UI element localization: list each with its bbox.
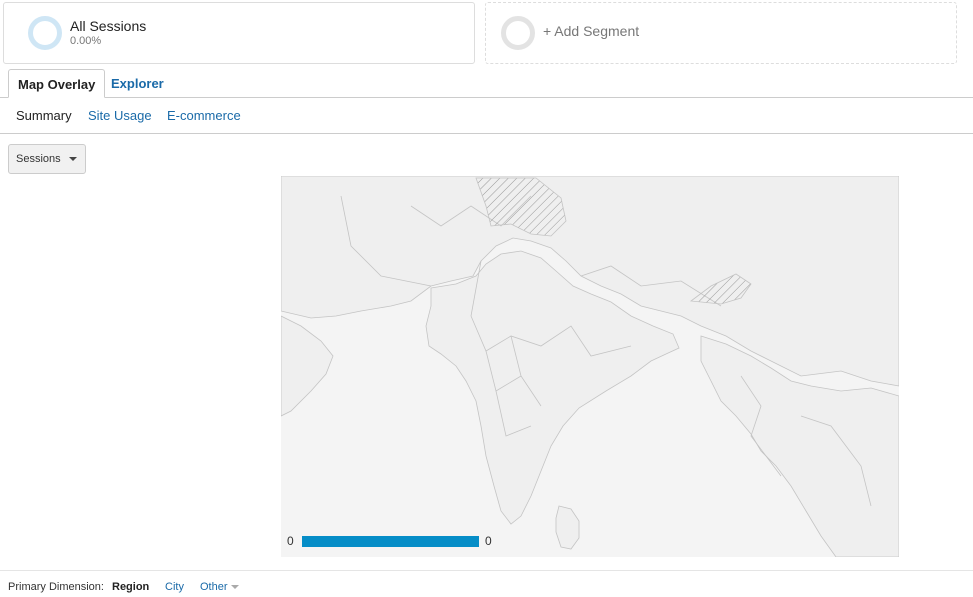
tab-map-overlay[interactable]: Map Overlay (8, 69, 106, 98)
segment-ring-icon (501, 16, 535, 50)
metric-dropdown-value: Sessions (16, 153, 61, 165)
dimension-city[interactable]: City (165, 581, 184, 593)
tab-explorer[interactable]: Explorer (102, 69, 173, 98)
segment-ring-icon (28, 16, 62, 50)
metric-dropdown[interactable]: Sessions (8, 144, 86, 174)
dimension-region[interactable]: Region (112, 581, 149, 593)
map-region (281, 315, 334, 417)
map-legend-min: 0 (287, 534, 294, 548)
dimension-other[interactable]: Other (200, 581, 239, 593)
map-graphic (281, 176, 899, 557)
primary-dimension-label: Primary Dimension: (8, 581, 104, 593)
segment-percent: 0.00% (70, 35, 102, 47)
dimension-other-label: Other (200, 581, 228, 593)
add-segment-button[interactable]: + Add Segment (485, 2, 957, 64)
map-legend-bar (302, 536, 479, 547)
segment-title: All Sessions (70, 18, 147, 34)
subtab-summary[interactable]: Summary (16, 108, 72, 123)
segment-all-sessions[interactable]: All Sessions 0.00% (3, 2, 475, 64)
chevron-down-icon (69, 157, 77, 161)
subtab-site-usage[interactable]: Site Usage (88, 108, 152, 123)
chevron-down-icon (230, 585, 239, 590)
geo-map[interactable] (281, 176, 899, 557)
add-segment-label: + Add Segment (543, 23, 640, 39)
primary-dimension-bar: Primary Dimension: Region City Other (0, 570, 973, 597)
subtab-e-commerce[interactable]: E-commerce (167, 108, 241, 123)
report-subtabs: Summary Site Usage E-commerce (0, 98, 973, 134)
view-tabs: Map Overlay Explorer (0, 69, 973, 98)
map-region (555, 505, 580, 550)
map-legend-max: 0 (485, 534, 492, 548)
